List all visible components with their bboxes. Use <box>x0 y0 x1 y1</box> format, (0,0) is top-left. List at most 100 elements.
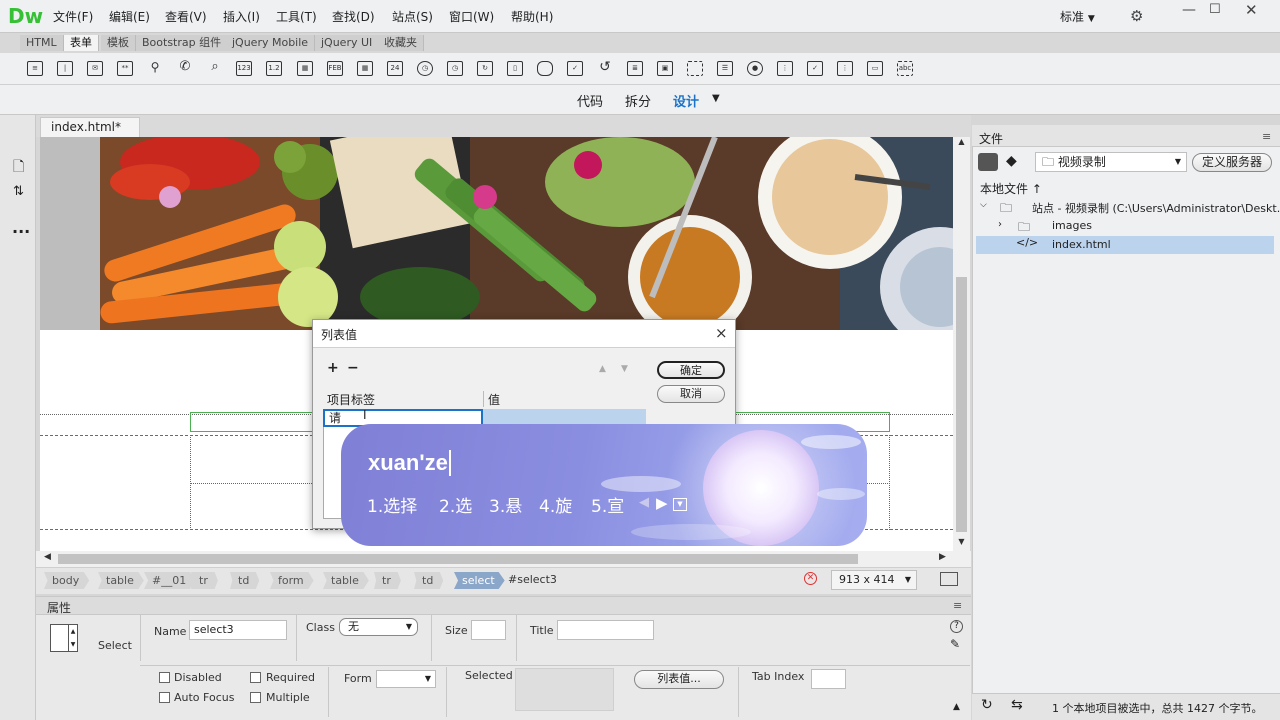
file-management-icon[interactable]: ⇅ <box>13 184 24 199</box>
move-up-icon[interactable]: ▲ <box>599 364 606 374</box>
ok-button[interactable]: 确定 <box>657 361 725 379</box>
site-select[interactable]: 🗀 视频录制 ▼ <box>1035 152 1187 172</box>
menu-view[interactable]: 查看(V) <box>165 8 207 25</box>
range-icon[interactable]: 1.2 <box>266 61 282 76</box>
connect-icon[interactable] <box>978 153 998 171</box>
time-icon[interactable]: ◷ <box>417 61 433 76</box>
tab-templates[interactable]: 模板 <box>101 35 136 51</box>
site-root-row[interactable]: ⌵ 🗀 站点 - 视频录制 (C:\Users\Administrator\De… <box>978 199 1280 217</box>
text-field-icon[interactable]: | <box>57 61 73 76</box>
datetime-icon[interactable]: ◷ <box>447 61 463 76</box>
live-view-icon[interactable] <box>940 572 958 586</box>
minimize-button[interactable]: — <box>1182 2 1196 18</box>
ime-candidate-4[interactable]: 4.旋 <box>539 492 572 517</box>
hidden-icon[interactable] <box>687 61 703 76</box>
fieldset-icon[interactable]: ▭ <box>867 61 883 76</box>
refresh-icon[interactable]: ↻ <box>981 697 993 713</box>
maximize-button[interactable]: ☐ <box>1209 2 1221 17</box>
tab-forms[interactable]: 表单 <box>64 35 99 51</box>
password-icon[interactable]: ** <box>117 61 133 76</box>
checkbox-icon[interactable]: ✓ <box>807 61 823 76</box>
title-input[interactable] <box>557 620 654 640</box>
file-icon[interactable]: ≣ <box>627 61 643 76</box>
email-icon[interactable]: ✉ <box>87 61 103 76</box>
tag-table[interactable]: table <box>98 572 144 589</box>
selected-list[interactable] <box>515 668 614 711</box>
menu-tools[interactable]: 工具(T) <box>276 8 317 25</box>
radio-group-icon[interactable]: ⋮ <box>777 61 793 76</box>
dialog-close-button[interactable]: × <box>715 324 728 342</box>
tag-table[interactable]: table <box>323 572 369 589</box>
month-icon[interactable]: FEB <box>327 61 343 76</box>
error-icon[interactable]: ✕ <box>804 572 817 585</box>
ime-prev-page-icon[interactable]: ◀ <box>639 495 649 510</box>
reset-icon[interactable]: ↺ <box>597 60 613 76</box>
tag-select[interactable]: select <box>454 572 505 589</box>
number-icon[interactable]: 123 <box>236 61 252 76</box>
list-values-button[interactable]: 列表值... <box>634 670 724 689</box>
tag-id-01[interactable]: #__01 <box>144 572 197 589</box>
ime-candidate-2[interactable]: 2.选 <box>439 492 472 517</box>
ime-candidate-5[interactable]: 5.宣 <box>591 492 624 517</box>
local-files-header[interactable]: 本地文件 ↑ <box>980 180 1042 197</box>
vertical-scrollbar[interactable]: ▲ ▼ <box>953 137 970 551</box>
tab-favorites[interactable]: 收藏夹 <box>378 35 424 51</box>
required-checkbox[interactable] <box>250 672 261 683</box>
submit-icon[interactable]: ✓ <box>567 61 583 76</box>
workspace-switcher[interactable]: 标准 ▼ <box>1060 8 1095 25</box>
tag-tr[interactable]: tr <box>374 572 401 589</box>
datetime-local-icon[interactable]: ↻ <box>477 61 493 76</box>
file-tree-item[interactable]: › 🗀 images <box>978 218 1274 236</box>
ime-expand-icon[interactable]: ▼ <box>673 498 687 511</box>
multiple-checkbox[interactable] <box>250 692 261 703</box>
add-item-button[interactable]: + <box>327 360 339 376</box>
tab-html[interactable]: HTML <box>20 35 64 51</box>
menu-edit[interactable]: 编辑(E) <box>109 8 150 25</box>
ime-next-page-icon[interactable]: ▶ <box>656 494 668 512</box>
file-tree-item-selected[interactable]: </> index.html <box>976 236 1274 254</box>
more-icon[interactable]: ··· <box>12 222 30 241</box>
files-panel-title[interactable]: 文件 <box>979 130 1003 147</box>
menu-help[interactable]: 帮助(H) <box>511 8 553 25</box>
name-input[interactable]: select3 <box>189 620 287 640</box>
tag-body[interactable]: body <box>44 572 90 589</box>
window-size-select[interactable]: 913 x 414 ▼ <box>831 570 917 590</box>
tag-td[interactable]: td <box>414 572 444 589</box>
remove-item-button[interactable]: − <box>347 360 359 376</box>
tab-jquery-ui[interactable]: jQuery UI <box>315 35 380 51</box>
menu-find[interactable]: 查找(D) <box>332 8 375 25</box>
quick-tag-editor-icon[interactable]: ✎ <box>950 637 960 651</box>
panel-menu-icon[interactable]: ≡ <box>1262 130 1271 143</box>
tab-index-input[interactable] <box>811 669 846 689</box>
panel-menu-icon[interactable]: ≡ <box>953 599 962 612</box>
menu-site[interactable]: 站点(S) <box>392 8 433 25</box>
color-icon[interactable]: ▦ <box>297 61 313 76</box>
select-icon[interactable]: ☰ <box>717 61 733 76</box>
menu-window[interactable]: 窗口(W) <box>449 8 494 25</box>
form-select[interactable]: ▼ <box>376 670 436 688</box>
tab-jquery-mobile[interactable]: jQuery Mobile <box>226 35 316 51</box>
week-icon[interactable]: ▦ <box>357 61 373 76</box>
tel-icon[interactable]: ✆ <box>177 60 193 76</box>
chevron-down-icon[interactable]: ⌵ <box>980 200 987 210</box>
split-view-button[interactable]: 拆分 <box>625 91 651 110</box>
help-icon[interactable]: ? <box>950 620 963 633</box>
radio-icon[interactable]: ● <box>747 61 763 76</box>
search-icon[interactable]: ⌕ <box>207 60 223 76</box>
sync-icon[interactable]: ⇆ <box>1011 697 1023 713</box>
document-tab[interactable]: index.html* × <box>40 117 140 153</box>
tag-tr[interactable]: tr <box>191 572 218 589</box>
ime-candidate-1[interactable]: 1.选择 <box>367 492 417 517</box>
collapse-panel-icon[interactable]: ▲ <box>953 702 960 712</box>
tab-bootstrap[interactable]: Bootstrap 组件 <box>136 35 229 51</box>
chevron-right-icon[interactable]: › <box>998 219 1002 230</box>
ime-candidate-3[interactable]: 3.悬 <box>489 492 522 517</box>
cancel-button[interactable]: 取消 <box>657 385 725 403</box>
checkbox-group-icon[interactable]: ⋮ <box>837 61 853 76</box>
auto-focus-checkbox[interactable] <box>159 692 170 703</box>
git-icon[interactable]: ◆ <box>1006 153 1017 169</box>
tag-td[interactable]: td <box>230 572 260 589</box>
design-view-button[interactable]: 设计 <box>673 91 699 110</box>
form-icon[interactable]: ≡ <box>27 61 43 76</box>
sync-settings-icon[interactable]: ⚙ <box>1130 7 1143 25</box>
